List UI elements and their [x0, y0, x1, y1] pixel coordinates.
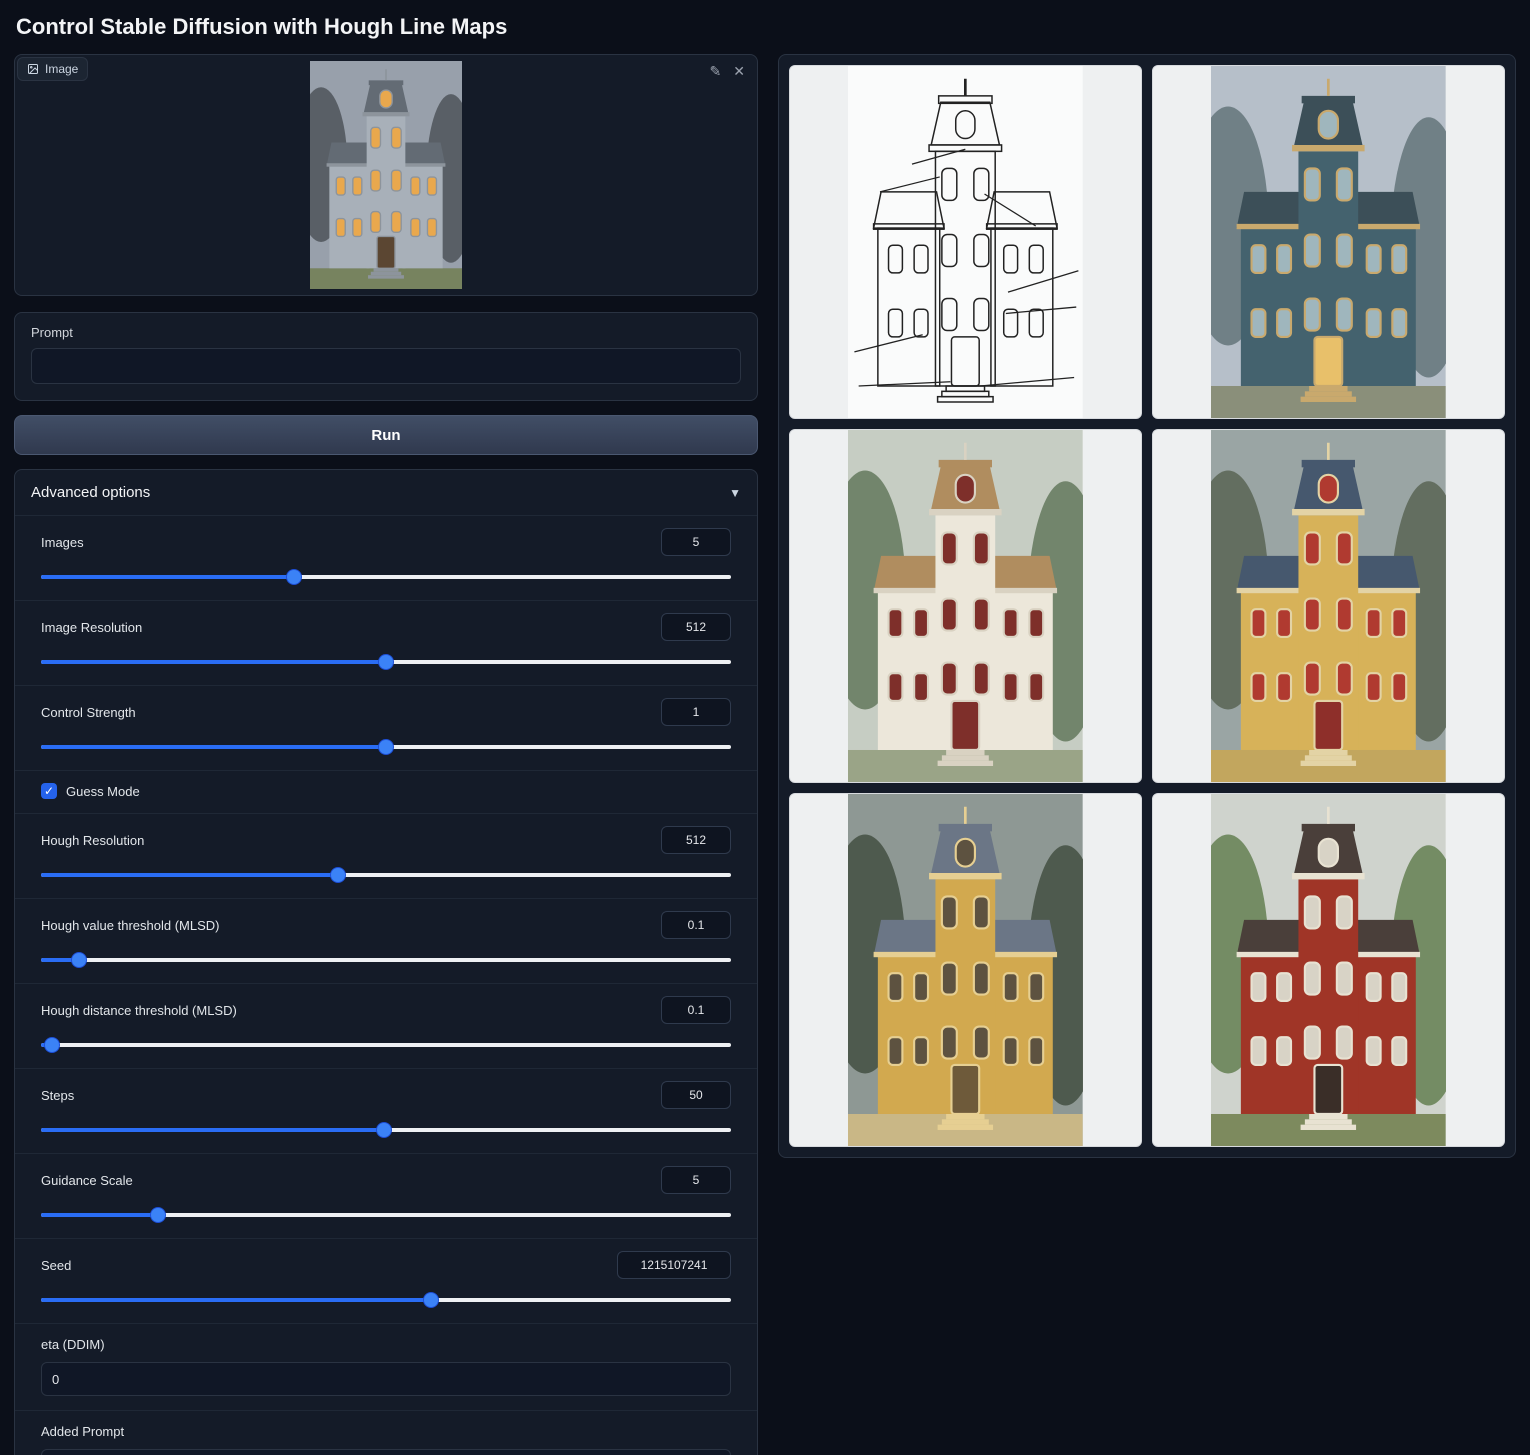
checkbox-row-guess-mode: ✓ Guess Mode [15, 770, 757, 813]
image-resolution-slider-handle[interactable] [379, 655, 393, 669]
guess-mode-checkbox[interactable]: ✓ [41, 783, 57, 799]
slider-row-seed: Seed [15, 1238, 757, 1323]
run-button[interactable]: Run [14, 415, 758, 455]
advanced-controls: Images Image Resolution Contro [15, 515, 757, 1455]
guidance-scale-value-input[interactable] [661, 1166, 731, 1194]
added-prompt-label: Added Prompt [41, 1424, 124, 1439]
hough-resolution-value-input[interactable] [661, 826, 731, 854]
hough-value-threshold-slider-handle[interactable] [72, 953, 86, 967]
gallery-item-hough-line-map[interactable] [789, 65, 1142, 419]
hough-value-threshold-slider[interactable] [41, 951, 731, 969]
steps-slider[interactable] [41, 1121, 731, 1139]
hough-resolution-slider[interactable] [41, 866, 731, 884]
app-root: Control Stable Diffusion with Hough Line… [0, 0, 1530, 1455]
guidance-scale-label: Guidance Scale [41, 1173, 133, 1188]
seed-value-input[interactable] [617, 1251, 731, 1279]
image-resolution-label: Image Resolution [41, 620, 142, 635]
eta-input[interactable] [41, 1362, 731, 1396]
slider-row-images: Images [15, 515, 757, 600]
slider-row-image-resolution: Image Resolution [15, 600, 757, 685]
steps-label: Steps [41, 1088, 74, 1103]
images-slider[interactable] [41, 568, 731, 586]
control-strength-label: Control Strength [41, 705, 136, 720]
slider-row-hough-resolution: Hough Resolution [15, 813, 757, 898]
control-strength-slider[interactable] [41, 738, 731, 756]
gallery-item-yellow-blue-victorian-painting[interactable] [1152, 429, 1505, 783]
image-label: Image [45, 62, 78, 76]
guidance-scale-slider[interactable] [41, 1206, 731, 1224]
image-tools: ✎ ✕ [710, 63, 745, 80]
gallery-item-golden-victorian-painting[interactable] [789, 793, 1142, 1147]
gallery-item-white-victorian-painting[interactable] [789, 429, 1142, 783]
images-slider-track [41, 575, 731, 579]
guidance-scale-slider-handle[interactable] [151, 1208, 165, 1222]
chevron-down-icon[interactable]: ▼ [729, 486, 741, 500]
slider-row-guidance-scale: Guidance Scale [15, 1153, 757, 1238]
steps-value-input[interactable] [661, 1081, 731, 1109]
images-slider-handle[interactable] [287, 570, 301, 584]
advanced-options-panel: Advanced options ▼ Images Image Resoluti… [14, 469, 758, 1455]
control-strength-slider-handle[interactable] [379, 740, 393, 754]
image-resolution-slider-fill [41, 660, 386, 664]
guidance-scale-slider-fill [41, 1213, 158, 1217]
prompt-label: Prompt [31, 325, 741, 340]
gallery-item-red-brick-victorian-painting[interactable] [1152, 793, 1505, 1147]
image-label-badge: Image [17, 57, 88, 81]
left-column: Image ✎ ✕ Pr [14, 54, 758, 1455]
hough-resolution-label: Hough Resolution [41, 833, 144, 848]
hough-distance-threshold-label: Hough distance threshold (MLSD) [41, 1003, 237, 1018]
right-column [778, 54, 1516, 1158]
hough-resolution-slider-handle[interactable] [331, 868, 345, 882]
seed-slider-handle[interactable] [424, 1293, 438, 1307]
image-resolution-value-input[interactable] [661, 613, 731, 641]
images-value-input[interactable] [661, 528, 731, 556]
prompt-input[interactable] [31, 348, 741, 384]
main-columns: Image ✎ ✕ Pr [14, 54, 1516, 1455]
guidance-scale-slider-track [41, 1213, 731, 1217]
eta-label: eta (DDIM) [41, 1337, 105, 1352]
image-icon [27, 63, 39, 75]
image-resolution-slider[interactable] [41, 653, 731, 671]
hough-resolution-slider-fill [41, 873, 338, 877]
prompt-panel: Prompt [14, 312, 758, 401]
added-prompt-row: Added Prompt [15, 1410, 757, 1455]
hough-distance-threshold-value-input[interactable] [661, 996, 731, 1024]
slider-row-hough-distance-threshold: Hough distance threshold (MLSD) [15, 983, 757, 1068]
seed-slider-fill [41, 1298, 431, 1302]
clear-image-icon[interactable]: ✕ [733, 63, 745, 80]
gallery-grid [778, 54, 1516, 1158]
seed-slider-track [41, 1298, 731, 1302]
advanced-options-header[interactable]: Advanced options ▼ [15, 470, 757, 515]
hough-value-threshold-label: Hough value threshold (MLSD) [41, 918, 219, 933]
slider-row-hough-value-threshold: Hough value threshold (MLSD) [15, 898, 757, 983]
images-slider-fill [41, 575, 294, 579]
input-image-panel[interactable]: Image ✎ ✕ [14, 54, 758, 296]
steps-slider-handle[interactable] [377, 1123, 391, 1137]
advanced-options-label: Advanced options [31, 484, 150, 501]
edit-image-icon[interactable]: ✎ [710, 63, 722, 80]
eta-row: eta (DDIM) [15, 1323, 757, 1410]
gallery-item-teal-victorian-painting[interactable] [1152, 65, 1505, 419]
seed-label: Seed [41, 1258, 71, 1273]
slider-row-steps: Steps [15, 1068, 757, 1153]
hough-distance-threshold-slider-handle[interactable] [45, 1038, 59, 1052]
control-strength-value-input[interactable] [661, 698, 731, 726]
added-prompt-input[interactable] [41, 1449, 731, 1455]
hough-value-threshold-value-input[interactable] [661, 911, 731, 939]
hough-distance-threshold-slider[interactable] [41, 1036, 731, 1054]
page-title: Control Stable Diffusion with Hough Line… [16, 14, 1516, 40]
images-label: Images [41, 535, 84, 550]
input-image[interactable] [310, 59, 462, 291]
slider-row-control-strength: Control Strength [15, 685, 757, 770]
steps-slider-fill [41, 1128, 384, 1132]
guess-mode-label: Guess Mode [66, 784, 140, 799]
hough-value-threshold-slider-track [41, 958, 731, 962]
hough-resolution-slider-track [41, 873, 731, 877]
control-strength-slider-fill [41, 745, 386, 749]
seed-slider[interactable] [41, 1291, 731, 1309]
hough-distance-threshold-slider-track [41, 1043, 731, 1047]
